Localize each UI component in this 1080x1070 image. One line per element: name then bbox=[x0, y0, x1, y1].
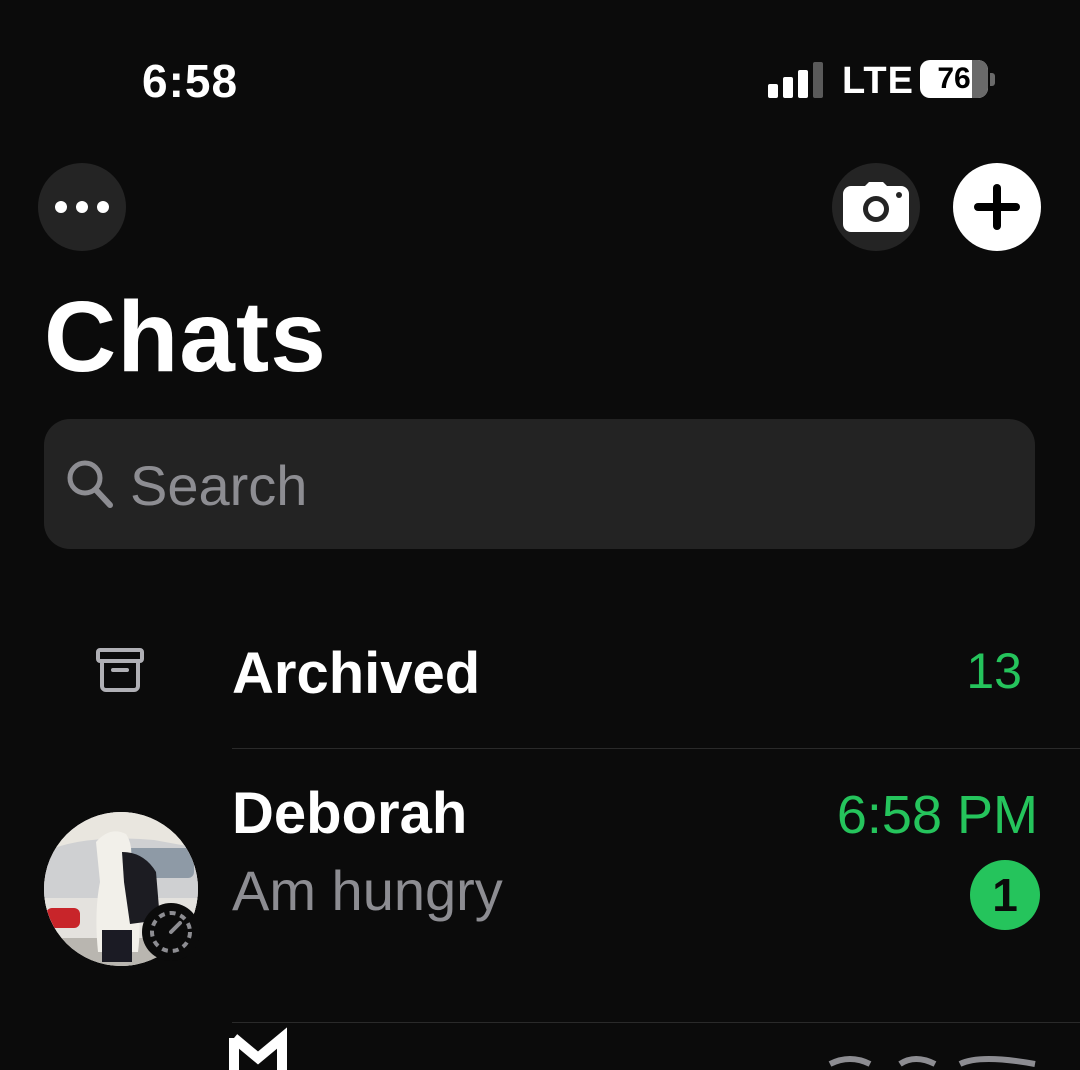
ellipsis-icon bbox=[55, 201, 109, 213]
row-divider bbox=[232, 748, 1080, 749]
partial-row-glyphs bbox=[229, 1027, 1036, 1070]
row-divider bbox=[232, 1022, 1080, 1023]
page-title: Chats bbox=[44, 281, 327, 393]
plus-icon bbox=[974, 184, 1020, 230]
chat-time: 6:58 PM bbox=[836, 785, 1038, 845]
camera-button[interactable] bbox=[832, 163, 920, 251]
cellular-signal-icon bbox=[768, 62, 823, 98]
whatsapp-chats-screen: 6:58 LTE 76 Chats Search Archived 13 Deb… bbox=[0, 0, 1080, 1070]
archived-row[interactable]: Archived 13 bbox=[0, 610, 1080, 748]
search-bar[interactable] bbox=[44, 419, 1035, 549]
chat-list-item-partial[interactable] bbox=[0, 1024, 1080, 1070]
camera-icon bbox=[843, 182, 909, 232]
new-chat-button[interactable] bbox=[953, 163, 1041, 251]
search-icon bbox=[67, 460, 113, 508]
archived-count: 13 bbox=[966, 643, 1022, 699]
network-type: LTE bbox=[842, 60, 914, 102]
search-input[interactable] bbox=[128, 441, 1012, 529]
battery-terminal bbox=[990, 73, 995, 86]
more-options-button[interactable] bbox=[38, 163, 126, 251]
status-time: 6:58 bbox=[142, 55, 239, 107]
battery-percent: 76 bbox=[937, 62, 971, 95]
chat-last-message: Am hungry bbox=[232, 859, 503, 922]
archived-label: Archived bbox=[232, 641, 481, 706]
archive-box-icon bbox=[96, 648, 144, 692]
chat-name: Deborah bbox=[232, 781, 468, 846]
battery-icon: 76 bbox=[920, 60, 988, 98]
status-timer-icon bbox=[142, 903, 200, 961]
chat-list-item[interactable]: Deborah 6:58 PM Am hungry 1 bbox=[0, 750, 1080, 1022]
unread-badge: 1 bbox=[970, 860, 1040, 930]
